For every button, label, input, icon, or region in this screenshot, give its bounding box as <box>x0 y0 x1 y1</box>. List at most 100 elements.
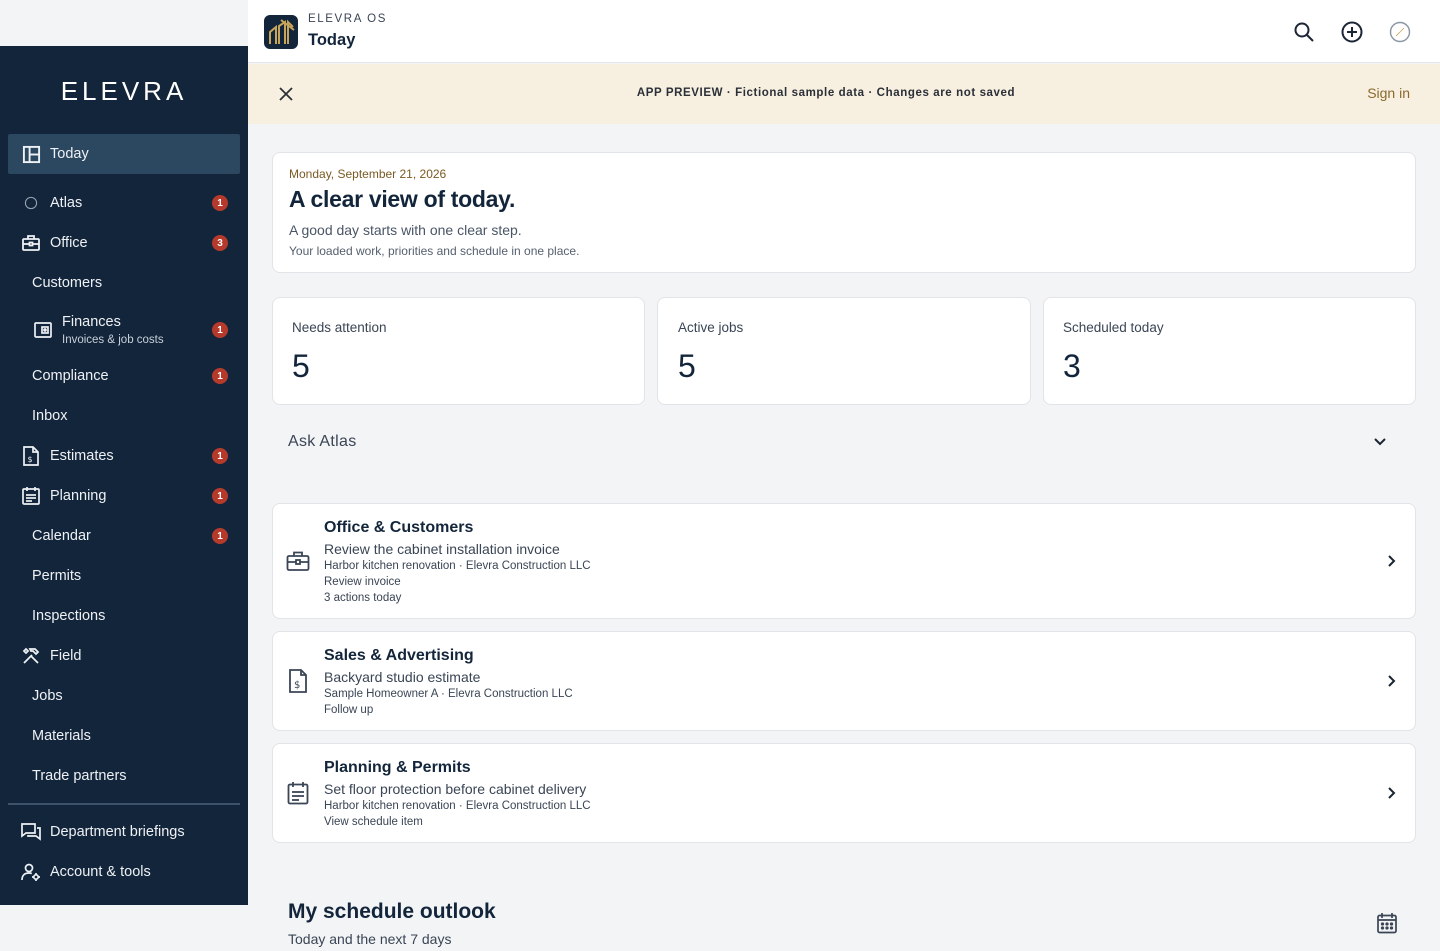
task-title: Office & Customers <box>324 519 474 536</box>
sidebar-item-estimates[interactable]: $ Estimates 1 <box>8 436 240 476</box>
banner-text: APP PREVIEW · Fictional sample data · Ch… <box>636 87 1016 99</box>
sidebar-item-label: Finances <box>62 314 121 330</box>
svg-text:$: $ <box>28 455 33 464</box>
sidebar-item-department-briefings[interactable]: Department briefings <box>8 812 240 852</box>
svg-text:$: $ <box>294 680 300 691</box>
sidebar-item-label: Calendar <box>32 528 91 544</box>
task-meta: 3 actions today <box>324 592 402 604</box>
briefcase-icon <box>21 233 41 253</box>
wallet-icon <box>33 320 53 340</box>
calendar-list-icon <box>21 486 41 506</box>
sidebar-item-field[interactable]: Field <box>8 636 240 676</box>
stat-card-needs-attention[interactable]: Needs attention 5 <box>272 297 645 405</box>
today-subtitle: A good day starts with one clear step. <box>289 222 522 238</box>
task-title: Sales & Advertising <box>324 647 474 664</box>
sidebar-divider <box>8 803 240 805</box>
add-circle-icon <box>1341 21 1363 43</box>
invoice-icon: $ <box>21 446 41 466</box>
sidebar-item-label: Department briefings <box>50 824 185 840</box>
stat-label: Scheduled today <box>1063 320 1164 335</box>
sidebar-item-label: Planning <box>50 488 107 504</box>
sidebar-item-today[interactable]: Today <box>8 134 240 174</box>
chevron-right-icon <box>1383 785 1399 801</box>
stat-card-active-jobs[interactable]: Active jobs 5 <box>657 297 1031 405</box>
calendar-list-icon <box>285 780 311 806</box>
task-meta: Review invoice <box>324 576 401 588</box>
sidebar-item-label: Jobs <box>32 688 63 704</box>
task-meta: View schedule item <box>324 816 423 828</box>
sidebar-item-label: Customers <box>32 275 103 291</box>
stat-value: 3 <box>1063 348 1081 384</box>
count-badge: 1 <box>212 448 228 464</box>
sidebar-item-label: Atlas <box>50 195 83 211</box>
sidebar-item-finances[interactable]: Finances Invoices & job costs 1 <box>8 304 240 356</box>
search-button[interactable] <box>1291 19 1317 45</box>
app-name: ELEVRA OS <box>308 13 387 25</box>
task-meta: Sample Homeowner A · Elevra Construction… <box>324 688 573 700</box>
sidebar-item-inspections[interactable]: Inspections <box>8 596 240 636</box>
sidebar-item-permits[interactable]: Permits <box>8 556 240 596</box>
ask-atlas-label: Ask Atlas <box>288 433 357 450</box>
sidebar-item-customers[interactable]: Customers <box>8 263 240 303</box>
sidebar-item-jobs[interactable]: Jobs <box>8 676 240 716</box>
sidebar-item-calendar[interactable]: Calendar 1 <box>8 516 240 556</box>
sidebar-item-label: Compliance <box>32 368 109 384</box>
count-badge: 1 <box>212 322 228 338</box>
user-gear-icon <box>21 862 41 882</box>
sidebar-item-label: Account & tools <box>50 864 151 880</box>
sidebar-item-account-tools[interactable]: Account & tools <box>8 852 240 892</box>
task-title: Planning & Permits <box>324 759 471 776</box>
sidebar-item-compliance[interactable]: Compliance 1 <box>8 356 240 396</box>
add-button[interactable] <box>1339 19 1365 45</box>
task-meta: Follow up <box>324 704 374 716</box>
task-meta: Harbor kitchen renovation · Elevra Const… <box>324 800 591 812</box>
sidebar-item-label: Field <box>50 648 82 664</box>
count-badge: 1 <box>212 368 228 384</box>
stat-card-scheduled-today[interactable]: Scheduled today 3 <box>1043 297 1416 405</box>
today-card: Monday, September 21, 2026 A clear view … <box>272 152 1416 273</box>
task-description: Set floor protection before cabinet deli… <box>324 781 587 797</box>
stat-label: Needs attention <box>292 320 387 335</box>
stat-label: Active jobs <box>678 320 744 335</box>
stat-value: 5 <box>678 348 696 384</box>
sidebar-item-sublabel: Invoices & job costs <box>62 334 164 346</box>
outlook-title: My schedule outlook <box>288 900 496 923</box>
sidebar-bottom-gap <box>0 905 248 951</box>
app-logo-icon <box>264 15 298 49</box>
sidebar-item-label: Trade partners <box>32 768 127 784</box>
task-card-planning-permits[interactable]: Planning & Permits Set floor protection … <box>272 743 1416 843</box>
dashboard-icon <box>21 144 41 164</box>
sign-in-link[interactable]: Sign in <box>1367 85 1410 101</box>
sidebar-item-materials[interactable]: Materials <box>8 716 240 756</box>
sidebar-item-inbox[interactable]: Inbox <box>8 396 240 436</box>
count-badge: 1 <box>212 528 228 544</box>
count-badge: 1 <box>212 488 228 504</box>
sidebar-item-label: Estimates <box>50 448 114 464</box>
top-header: ELEVRA OS Today <box>248 0 1440 63</box>
ask-atlas-toggle[interactable]: Ask Atlas <box>272 422 1416 462</box>
outlook-subtitle: Today and the next 7 days <box>288 931 452 947</box>
sidebar-item-label: Office <box>50 235 88 251</box>
stat-value: 5 <box>292 348 310 384</box>
today-date: Monday, September 21, 2026 <box>289 167 447 181</box>
task-card-office-customers[interactable]: Office & Customers Review the cabinet in… <box>272 503 1416 619</box>
count-badge: 3 <box>212 235 228 251</box>
task-card-sales-advertising[interactable]: $ Sales & Advertising Backyard studio es… <box>272 631 1416 731</box>
chevron-down-icon <box>1372 434 1388 455</box>
task-meta: Harbor kitchen renovation · Elevra Const… <box>324 560 591 572</box>
today-description: Your loaded work, priorities and schedul… <box>289 244 580 258</box>
sidebar-item-planning[interactable]: Planning 1 <box>8 476 240 516</box>
tools-icon <box>21 646 41 666</box>
calendar-icon[interactable] <box>1376 912 1400 936</box>
chevron-right-icon <box>1383 553 1399 569</box>
sidebar-item-trade-partners[interactable]: Trade partners <box>8 756 240 796</box>
invoice-icon: $ <box>285 668 311 694</box>
sidebar-item-atlas[interactable]: Atlas 1 <box>8 183 240 223</box>
compass-icon <box>1389 21 1411 43</box>
sidebar-item-label: Materials <box>32 728 91 744</box>
task-description: Backyard studio estimate <box>324 669 481 685</box>
atlas-button[interactable] <box>1387 19 1413 45</box>
sidebar-item-office[interactable]: Office 3 <box>8 223 240 263</box>
sidebar-item-label: Inspections <box>32 608 106 624</box>
sidebar-top-gap <box>0 0 248 46</box>
